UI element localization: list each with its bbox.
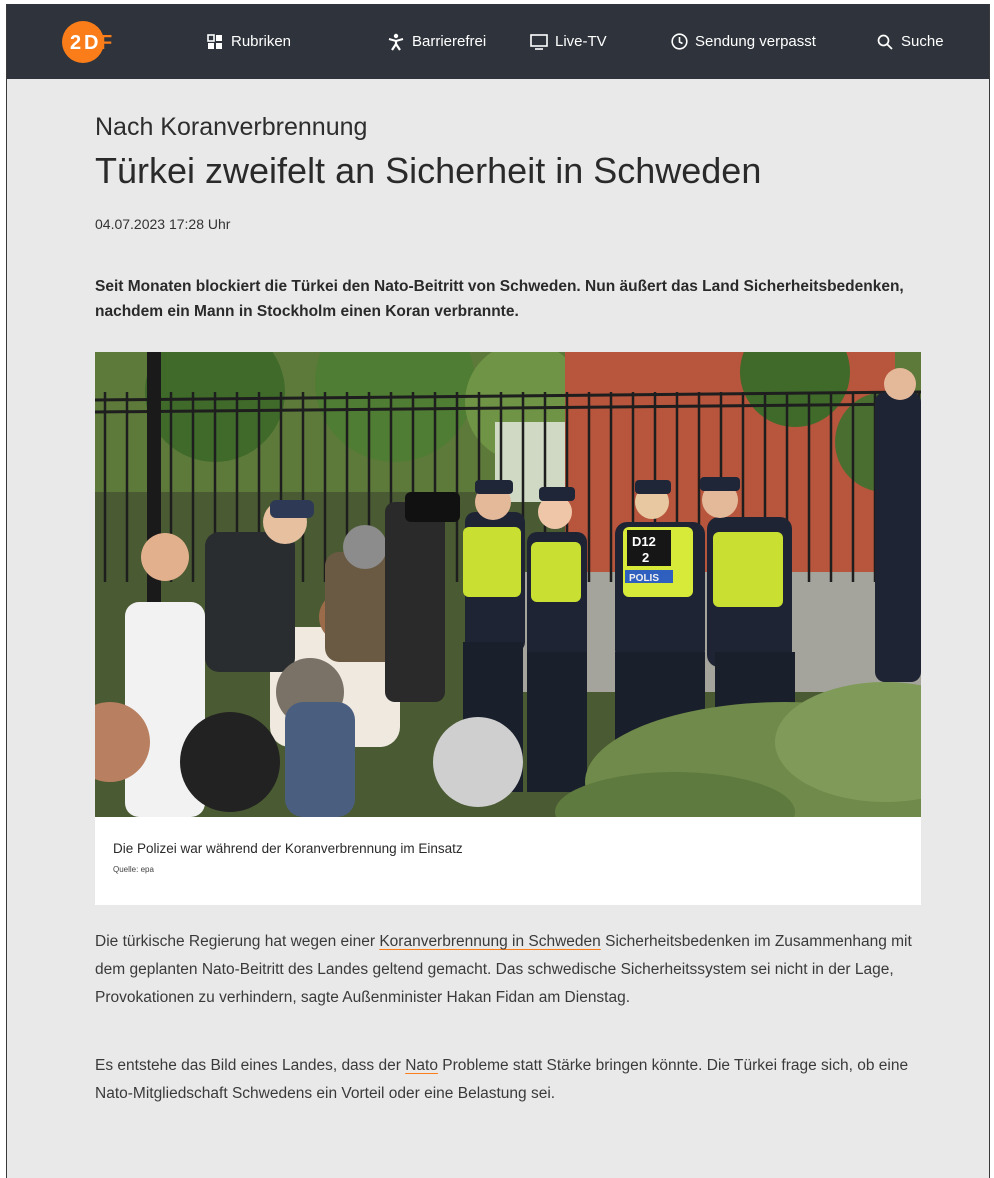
svg-text:2: 2 [642, 550, 649, 565]
paragraph-text: Die türkische Regierung hat wegen einer [95, 933, 380, 950]
nav-rubriken[interactable]: Rubriken [205, 32, 291, 52]
tv-icon [529, 32, 549, 52]
zdf-logo[interactable]: 2 D F [62, 21, 144, 63]
nav-suche[interactable]: Suche [875, 32, 944, 52]
photo-caption-box: Die Polizei war während der Koranverbren… [95, 817, 921, 905]
nav-label: Barrierefrei [412, 33, 487, 50]
article-paragraph-1: Die türkische Regierung hat wegen einer … [95, 928, 921, 1012]
photo-police-scene: D12 2 POLIS [95, 352, 921, 817]
nav-live-tv[interactable]: Live-TV [529, 32, 607, 52]
zdf-logo-icon: 2 D F [62, 21, 112, 63]
article-kicker: Nach Koranverbrennung [95, 113, 368, 141]
nav-barrierefrei[interactable]: Barrierefrei [386, 32, 486, 52]
article-photo[interactable]: D12 2 POLIS [95, 352, 921, 817]
article-figure: D12 2 POLIS Die Polizei war während der … [95, 352, 921, 905]
clock-icon [669, 32, 689, 52]
accessibility-icon [386, 32, 406, 52]
nav-sendung-verpasst[interactable]: Sendung verpasst [669, 32, 816, 52]
nav-label: Live-TV [555, 33, 607, 50]
svg-text:2: 2 [70, 32, 81, 54]
svg-text:F: F [100, 32, 112, 54]
top-navbar: 2 D F Rubriken Barrierefrei Live-TV Send… [7, 4, 989, 79]
article-lead: Seit Monaten blockiert die Türkei den Na… [95, 278, 904, 320]
link-nato[interactable]: Nato [405, 1057, 438, 1074]
link-koranverbrennung[interactable]: Koranverbrennung in Schweden [379, 933, 600, 950]
svg-text:POLIS: POLIS [629, 573, 659, 584]
photo-caption: Die Polizei war während der Koranverbren… [113, 841, 463, 856]
browser-frame: 2 D F Rubriken Barrierefrei Live-TV Send… [6, 4, 990, 1178]
svg-text:D12: D12 [632, 534, 656, 549]
grid-icon [205, 32, 225, 52]
nav-label: Rubriken [231, 33, 292, 50]
search-icon [875, 32, 895, 52]
svg-text:D: D [84, 32, 98, 54]
article-headline: Türkei zweifelt an Sicherheit in Schwede… [95, 150, 762, 191]
article-date: 04.07.2023 17:28 Uhr [95, 216, 231, 232]
photo-source: Quelle: epa [113, 865, 154, 874]
nav-label: Sendung verpasst [695, 33, 816, 50]
nav-label: Suche [901, 33, 944, 50]
paragraph-text: Es entstehe das Bild eines Landes, dass … [95, 1057, 406, 1074]
article-paragraph-2: Es entstehe das Bild eines Landes, dass … [95, 1052, 921, 1108]
